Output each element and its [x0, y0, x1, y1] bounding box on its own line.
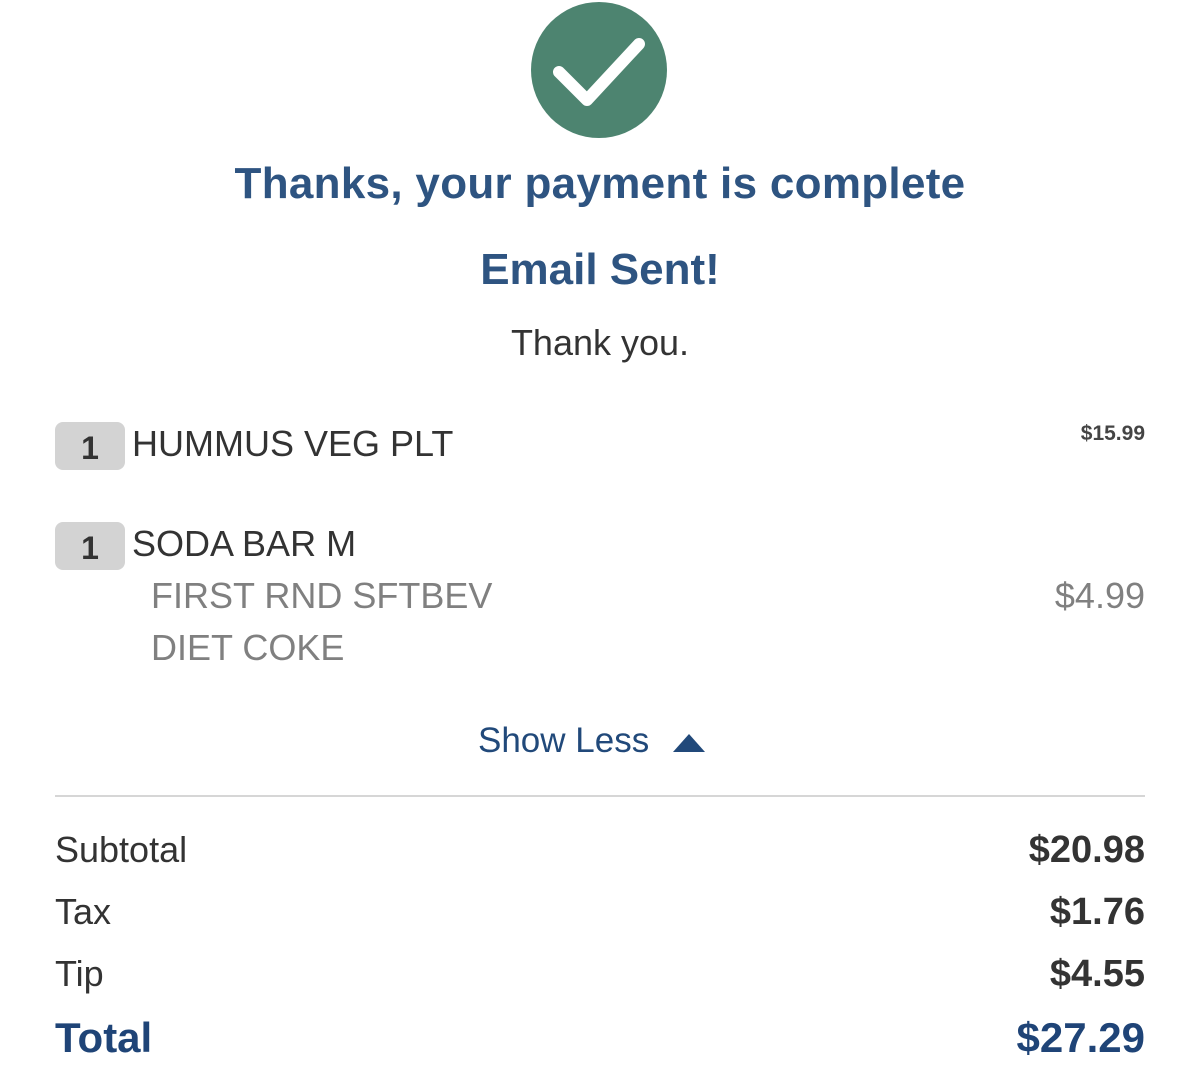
- item-name: HUMMUS VEG PLT: [132, 423, 454, 464]
- thank-you-text: Thank you.: [510, 322, 690, 363]
- subtotal-label: Subtotal: [55, 829, 188, 870]
- checkmark-icon: [553, 38, 645, 106]
- item-quantity-badge: 1: [55, 422, 125, 470]
- tax-value: $1.76: [1049, 891, 1145, 933]
- divider: [55, 795, 1145, 797]
- triangle-up-icon[interactable]: [673, 734, 706, 752]
- total-value: $27.29: [1016, 1014, 1145, 1061]
- item-price: $4.99: [1054, 575, 1145, 616]
- tax-label: Tax: [55, 891, 112, 932]
- tip-value: $4.55: [1049, 953, 1145, 995]
- show-less-label[interactable]: Show Less: [478, 718, 649, 764]
- item-modifier: DIET COKE: [151, 627, 345, 668]
- item-modifier: FIRST RND SFTBEV: [151, 575, 493, 616]
- success-checkmark-badge: [531, 2, 667, 138]
- subtotal-value: $20.98: [1028, 829, 1145, 871]
- email-sent-heading: Email Sent!: [480, 245, 720, 294]
- item-quantity-badge: 1: [55, 522, 125, 570]
- payment-complete-heading: Thanks, your payment is complete: [234, 159, 966, 208]
- item-name: SODA BAR M: [132, 523, 357, 564]
- total-label: Total: [55, 1014, 153, 1061]
- item-price: $15.99: [1080, 422, 1145, 445]
- show-less-toggle[interactable]: Show Less: [478, 718, 706, 764]
- tip-label: Tip: [55, 953, 104, 994]
